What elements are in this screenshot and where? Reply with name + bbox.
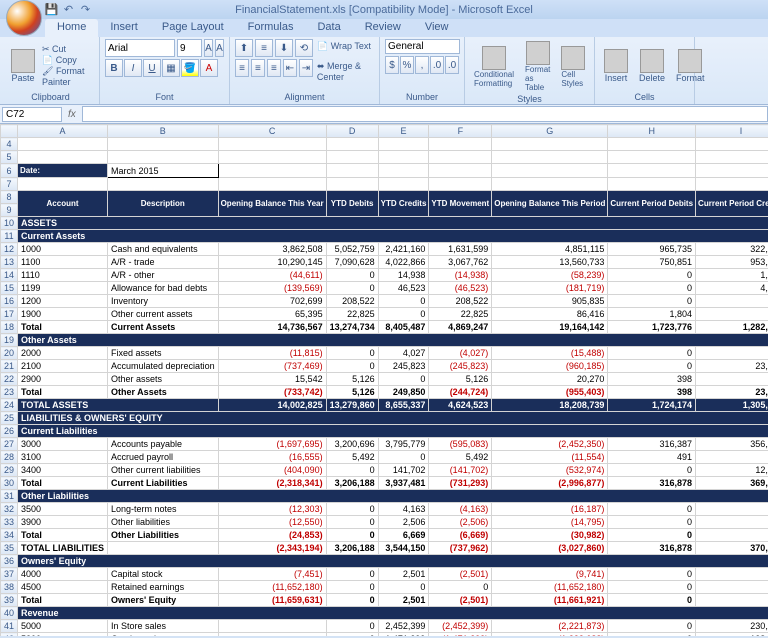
font-name-select[interactable]: [105, 39, 175, 57]
save-icon[interactable]: 💾: [44, 2, 59, 17]
col-header-E[interactable]: E: [378, 125, 429, 138]
styles-icon: [561, 46, 585, 70]
format-cells-button[interactable]: Format: [672, 47, 709, 85]
italic-button[interactable]: I: [124, 59, 142, 77]
align-top-button[interactable]: ⬆: [235, 39, 253, 57]
row-header[interactable]: 4: [1, 138, 18, 151]
format-icon: [678, 49, 702, 73]
font-color-button[interactable]: A: [200, 59, 218, 77]
align-bottom-button[interactable]: ⬇: [275, 39, 293, 57]
section-header: Current Liabilities: [18, 425, 768, 438]
currency-button[interactable]: $: [385, 56, 399, 74]
bold-button[interactable]: B: [105, 59, 123, 77]
section-header: ASSETS: [18, 217, 768, 230]
title-bar: 💾 ↶ ↷ FinancialStatement.xls [Compatibil…: [0, 0, 768, 19]
fx-icon[interactable]: fx: [68, 109, 76, 120]
undo-icon[interactable]: ↶: [61, 2, 76, 17]
tab-home[interactable]: Home: [45, 19, 98, 37]
decrease-decimal-button[interactable]: .0: [445, 56, 459, 74]
office-button[interactable]: [6, 0, 42, 36]
tab-page-layout[interactable]: Page Layout: [150, 19, 236, 37]
percent-button[interactable]: %: [400, 56, 414, 74]
col-header-B[interactable]: B: [108, 125, 219, 138]
section-header: LIABILITIES & OWNERS' EQUITY: [18, 412, 768, 425]
section-header: Owners' Equity: [18, 555, 768, 568]
increase-decimal-button[interactable]: .0: [430, 56, 444, 74]
paste-button[interactable]: Paste: [7, 47, 39, 85]
border-button[interactable]: ▦: [162, 59, 180, 77]
col-header-I[interactable]: I: [696, 125, 768, 138]
align-middle-button[interactable]: ≡: [255, 39, 273, 57]
col-header-A[interactable]: A: [18, 125, 108, 138]
redo-icon[interactable]: ↷: [78, 2, 93, 17]
font-size-select[interactable]: [177, 39, 202, 57]
tab-review[interactable]: Review: [353, 19, 413, 37]
format-as-table-button[interactable]: Format as Table: [521, 39, 554, 94]
cut-button[interactable]: ✂ Cut: [42, 44, 94, 55]
select-all[interactable]: [1, 125, 18, 138]
tab-formulas[interactable]: Formulas: [236, 19, 306, 37]
ribbon: Paste ✂ Cut 📄 Copy 🖌 Format Painter Clip…: [0, 37, 768, 105]
indent-right-button[interactable]: ⇥: [299, 59, 313, 77]
cell-styles-button[interactable]: Cell Styles: [557, 44, 589, 90]
col-header-G[interactable]: G: [492, 125, 608, 138]
row-header[interactable]: 6: [1, 164, 18, 178]
comma-button[interactable]: ,: [415, 56, 429, 74]
orientation-button[interactable]: ⟲: [295, 39, 313, 57]
row-header[interactable]: 5: [1, 151, 18, 164]
indent-left-button[interactable]: ⇤: [283, 59, 297, 77]
merge-button[interactable]: ⬌ Merge & Center: [315, 59, 374, 84]
align-left-button[interactable]: ≡: [235, 59, 249, 77]
section-header: Other Liabilities: [18, 490, 768, 503]
tab-insert[interactable]: Insert: [98, 19, 150, 37]
date-label: Date:: [18, 164, 108, 178]
underline-button[interactable]: U: [143, 59, 161, 77]
col-header-C[interactable]: C: [218, 125, 326, 138]
format-painter-button[interactable]: 🖌 Format Painter: [42, 66, 94, 87]
col-header-D[interactable]: D: [326, 125, 378, 138]
paste-icon: [11, 49, 35, 73]
tab-view[interactable]: View: [413, 19, 461, 37]
table-icon: [526, 41, 550, 65]
quick-access-toolbar: 💾 ↶ ↷: [4, 2, 93, 17]
delete-icon: [640, 49, 664, 73]
formula-bar-row: fx: [0, 105, 768, 124]
wrap-text-button[interactable]: 📄 Wrap Text: [315, 39, 373, 57]
insert-cells-button[interactable]: Insert: [600, 47, 632, 85]
col-header-H[interactable]: H: [608, 125, 696, 138]
tab-data[interactable]: Data: [305, 19, 352, 37]
align-right-button[interactable]: ≡: [267, 59, 281, 77]
worksheet-grid[interactable]: ABCDEFGHIJK456Date:March 201578AccountDe…: [0, 124, 768, 636]
formula-bar[interactable]: [82, 106, 768, 122]
date-value[interactable]: March 2015: [108, 164, 219, 178]
section-header: Other Assets: [18, 334, 768, 347]
align-center-button[interactable]: ≡: [251, 59, 265, 77]
copy-button[interactable]: 📄 Copy: [42, 55, 94, 66]
grow-font-button[interactable]: A: [204, 39, 213, 57]
fill-color-button[interactable]: 🪣: [181, 59, 199, 77]
insert-icon: [604, 49, 628, 73]
delete-cells-button[interactable]: Delete: [635, 47, 669, 85]
section-header: Current Assets: [18, 230, 768, 243]
shrink-font-button[interactable]: A: [215, 39, 224, 57]
col-header-F[interactable]: F: [429, 125, 492, 138]
conditional-formatting-button[interactable]: Conditional Formatting: [470, 44, 518, 90]
section-header: Revenue: [18, 607, 768, 620]
window-title: FinancialStatement.xls [Compatibility Mo…: [235, 4, 533, 16]
number-format-select[interactable]: [385, 39, 460, 54]
name-box[interactable]: [2, 107, 62, 122]
cf-icon: [482, 46, 506, 70]
ribbon-tabs: HomeInsertPage LayoutFormulasDataReviewV…: [0, 19, 768, 37]
row-header[interactable]: 7: [1, 178, 18, 191]
